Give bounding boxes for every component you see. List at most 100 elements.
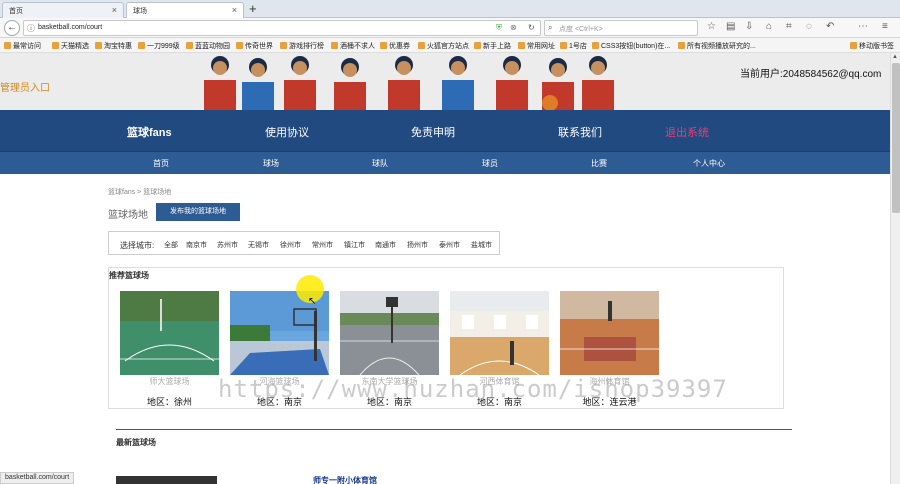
- breadcrumb[interactable]: 篮球fans > 篮球场地: [108, 187, 171, 197]
- bookmark-icon: [380, 42, 387, 49]
- bookmark-item[interactable]: 游戏排行榜: [280, 41, 324, 51]
- city-option[interactable]: 泰州市: [439, 240, 460, 250]
- close-icon[interactable]: ×: [232, 5, 237, 15]
- court-image[interactable]: [450, 291, 549, 375]
- bookmark-item[interactable]: 传奇世界: [236, 41, 273, 51]
- bookmark-item[interactable]: 优惠券: [380, 41, 410, 51]
- bookmark-icon: [418, 42, 425, 49]
- main-navigation: 篮球fans 使用协议 免责申明 联系我们 退出系统: [0, 110, 890, 151]
- subnav-players[interactable]: 球员: [482, 158, 498, 169]
- bookmark-item[interactable]: 火狐官方站点: [418, 41, 469, 51]
- newest-court-name[interactable]: 师专一附小体育馆: [313, 475, 377, 484]
- court-name[interactable]: 师大篮球场: [120, 376, 219, 387]
- bookmark-icon: [280, 42, 287, 49]
- city-filter: 选择城市: 全部 南京市 苏州市 无锡市 徐州市 常州市 镇江市 南通市 扬州市…: [108, 231, 500, 255]
- publish-court-button[interactable]: 发布我的篮球场地: [156, 203, 240, 221]
- city-option[interactable]: 全部: [164, 240, 178, 250]
- city-option[interactable]: 常州市: [312, 240, 333, 250]
- bookmark-icon: [52, 42, 59, 49]
- city-option[interactable]: 苏州市: [217, 240, 238, 250]
- mobile-bookmarks[interactable]: 移动版书签: [850, 41, 894, 51]
- sub-navigation: 首页 球场 球队 球员 比赛 个人中心: [0, 151, 890, 174]
- bookmark-icon: [592, 42, 599, 49]
- bookmark-item[interactable]: 蓝蓝动物园: [186, 41, 230, 51]
- bookmark-item[interactable]: 常用网址: [518, 41, 555, 51]
- search-placeholder: 点度 <Ctrl+K>: [559, 26, 603, 33]
- nav-terms[interactable]: 使用协议: [265, 124, 309, 140]
- shield-icon[interactable]: ⛨: [496, 23, 502, 33]
- scroll-up-icon[interactable]: ▲: [892, 54, 898, 60]
- city-option[interactable]: 镇江市: [344, 240, 365, 250]
- back-arrow-icon[interactable]: ←: [4, 20, 20, 36]
- undo-icon[interactable]: ↶: [826, 21, 834, 32]
- page-scrollbar[interactable]: ▲: [890, 53, 900, 484]
- menu-icon[interactable]: ≡: [882, 21, 888, 32]
- bookmark-icon: [236, 42, 243, 49]
- url-text: basketball.com/court: [38, 24, 103, 31]
- court-image[interactable]: [116, 476, 217, 484]
- translate-icon[interactable]: ⊗: [510, 23, 517, 32]
- close-icon[interactable]: ×: [112, 5, 117, 15]
- home-icon[interactable]: ⌂: [766, 21, 772, 32]
- page-title: 篮球场地: [108, 210, 148, 221]
- search-input[interactable]: ⌕ 点度 <Ctrl+K>: [544, 20, 698, 36]
- divider: [116, 429, 792, 430]
- admin-entry-link[interactable]: 管理员入口: [0, 79, 50, 94]
- page-viewport: 管理员入口 当前用户:2048584562@qq.com 篮球fans 使用协议…: [0, 53, 890, 484]
- court-image[interactable]: [340, 291, 439, 375]
- site-header: 管理员入口 当前用户:2048584562@qq.com: [0, 53, 890, 110]
- new-tab-icon[interactable]: +: [249, 1, 257, 16]
- bookmark-icon: [4, 42, 11, 49]
- city-option[interactable]: 扬州市: [407, 240, 428, 250]
- nav-logout[interactable]: 退出系统: [665, 124, 709, 140]
- city-option[interactable]: 无锡市: [248, 240, 269, 250]
- tab-home[interactable]: 首页 ×: [2, 2, 124, 18]
- bookmarks-bar: 最常访问 天猫精选 淘宝特惠 一刀999级 蓝蓝动物园 传奇世界 游戏排行榜 酒…: [0, 38, 900, 53]
- recommended-title: 推荐篮球场: [109, 271, 149, 280]
- tab-court[interactable]: 球场 ×: [126, 2, 244, 18]
- nav-brand[interactable]: 篮球fans: [127, 124, 172, 140]
- subnav-home[interactable]: 首页: [153, 158, 169, 169]
- bookmark-item[interactable]: 天猫精选: [52, 41, 89, 51]
- download-icon[interactable]: ⇩: [745, 21, 753, 32]
- basketball-players-banner: [204, 56, 614, 110]
- bookmark-item[interactable]: 一刀999级: [138, 41, 180, 51]
- bookmark-item[interactable]: 淘宝特惠: [95, 41, 132, 51]
- city-option[interactable]: 南京市: [186, 240, 207, 250]
- bookmark-item[interactable]: 新手上路: [474, 41, 511, 51]
- bookmark-item[interactable]: 1号店: [560, 41, 587, 51]
- chat-icon[interactable]: ◌: [806, 21, 812, 32]
- dots-icon[interactable]: ⋯: [858, 21, 868, 32]
- subnav-teams[interactable]: 球队: [372, 158, 388, 169]
- bookmark-item[interactable]: CSS3按钮(button)在...: [592, 41, 670, 51]
- bookmark-item[interactable]: 所有视频播放研究的...: [678, 41, 756, 51]
- court-image[interactable]: [120, 291, 219, 375]
- city-option[interactable]: 盐城市: [471, 240, 492, 250]
- court-image[interactable]: [560, 291, 659, 375]
- city-option[interactable]: 徐州市: [280, 240, 301, 250]
- nav-disclaimer[interactable]: 免责申明: [411, 124, 455, 140]
- subnav-courts[interactable]: 球场: [263, 158, 279, 169]
- scrollbar-thumb[interactable]: [892, 63, 900, 213]
- status-bar: basketball.com/court: [0, 472, 75, 484]
- bookmark-icon: [95, 42, 102, 49]
- reload-icon[interactable]: ↻: [528, 23, 535, 32]
- crop-icon[interactable]: ⌗: [786, 21, 792, 32]
- bookmark-icon: [138, 42, 145, 49]
- watermark-text: https://www.huzhan.com/ishop39397: [218, 375, 728, 403]
- subnav-matches[interactable]: 比赛: [591, 158, 607, 169]
- clipboard-icon[interactable]: ▤: [726, 21, 735, 32]
- city-option[interactable]: 南通市: [375, 240, 396, 250]
- bookmark-item[interactable]: 最常访问: [4, 41, 41, 51]
- nav-contact[interactable]: 联系我们: [558, 124, 602, 140]
- bookmark-icon: [560, 42, 567, 49]
- star-icon[interactable]: ☆: [707, 21, 716, 32]
- current-user-info: 当前用户:2048584562@qq.com: [740, 69, 882, 80]
- bookmark-icon: [518, 42, 525, 49]
- newest-courts-panel: 最新篮球场 师专一附小体育馆: [108, 418, 792, 484]
- subnav-profile[interactable]: 个人中心: [693, 158, 725, 169]
- address-bar[interactable]: ⓘ basketball.com/court ⛨ ⊗ ↻: [23, 20, 541, 36]
- bookmark-item[interactable]: 酒桶不求人: [331, 41, 375, 51]
- browser-navbar: ← ⓘ basketball.com/court ⛨ ⊗ ↻ ⌕ 点度 <Ctr…: [0, 18, 900, 38]
- tab-court-title: 球场: [133, 8, 147, 15]
